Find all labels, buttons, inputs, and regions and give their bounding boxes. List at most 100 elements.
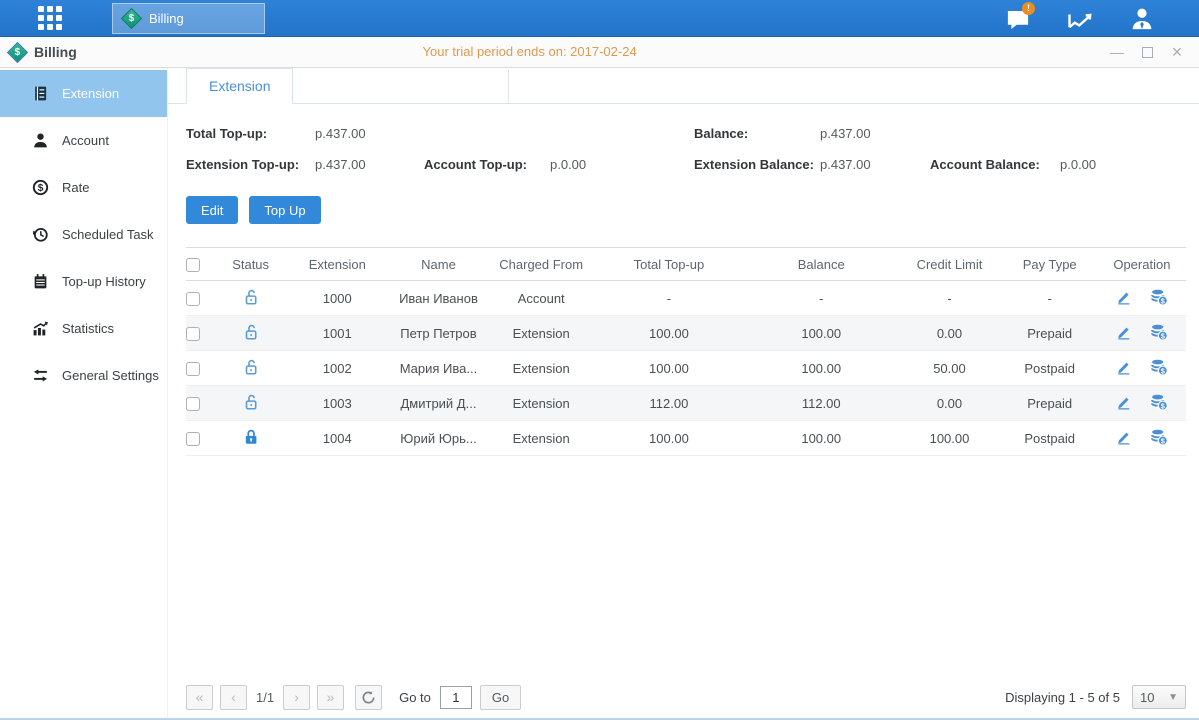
cell-pay-type: Prepaid bbox=[1002, 316, 1098, 351]
sidebar-item-label: Statistics bbox=[62, 321, 114, 336]
account-topup-label: Account Top-up: bbox=[424, 157, 550, 172]
table-row-extension-1003: 1003Дмитрий Д...Extension112.00112.000.0… bbox=[186, 386, 1186, 421]
account-icon bbox=[31, 132, 49, 150]
cell-name: Юрий Юрь... bbox=[387, 421, 489, 456]
next-page-button[interactable]: › bbox=[283, 685, 310, 710]
pagination-bar: « ‹ 1/1 › » Go to Go Displaying 1 - 5 of… bbox=[186, 684, 1186, 710]
cell-extension: 1000 bbox=[287, 281, 387, 316]
cell-credit-limit: 0.00 bbox=[897, 316, 1001, 351]
sidebar-item-label: Top-up History bbox=[62, 274, 146, 289]
col-pay-type: Pay Type bbox=[1002, 248, 1098, 281]
cell-name: Дмитрий Д... bbox=[387, 386, 489, 421]
main-content: Extension Total Top-up: p.437.00 Balance… bbox=[168, 68, 1199, 718]
edit-row-icon[interactable] bbox=[1115, 359, 1132, 376]
messages-icon[interactable]: ! bbox=[1003, 6, 1033, 32]
edit-row-icon[interactable] bbox=[1115, 289, 1132, 306]
rate-icon: $ bbox=[31, 179, 49, 197]
prev-page-button[interactable]: ‹ bbox=[220, 685, 247, 710]
sidebar-item-account[interactable]: Account bbox=[0, 117, 167, 164]
cell-balance: 100.00 bbox=[745, 421, 897, 456]
cell-total-topup: - bbox=[593, 281, 745, 316]
sidebar-item-extension[interactable]: Extension bbox=[0, 70, 167, 117]
balance-value: p.437.00 bbox=[820, 126, 930, 141]
go-button[interactable]: Go bbox=[480, 685, 521, 710]
minimize-icon[interactable]: — bbox=[1109, 44, 1125, 60]
row-checkbox[interactable] bbox=[186, 397, 200, 411]
svg-text:$: $ bbox=[1161, 436, 1165, 445]
row-checkbox[interactable] bbox=[186, 362, 200, 376]
sidebar-item-rate[interactable]: $ Rate bbox=[0, 164, 167, 211]
sidebar-item-label: Scheduled Task bbox=[62, 227, 154, 242]
user-account-icon[interactable] bbox=[1127, 6, 1157, 32]
cell-name: Иван Иванов bbox=[387, 281, 489, 316]
topup-row-icon[interactable]: $ bbox=[1150, 358, 1168, 376]
table-row-extension-1002: 1002Мария Ива...Extension100.00100.0050.… bbox=[186, 351, 1186, 386]
edit-row-icon[interactable] bbox=[1115, 429, 1132, 446]
refresh-icon[interactable] bbox=[355, 685, 382, 710]
chevron-down-icon: ▼ bbox=[1168, 692, 1178, 703]
apps-grid-icon[interactable] bbox=[38, 6, 62, 30]
page-indicator: 1/1 bbox=[256, 690, 274, 705]
topbar-icons: ! bbox=[1003, 0, 1157, 37]
last-page-button[interactable]: » bbox=[317, 685, 344, 710]
edit-row-icon[interactable] bbox=[1115, 324, 1132, 341]
edit-row-icon[interactable] bbox=[1115, 394, 1132, 411]
close-icon[interactable]: × bbox=[1169, 44, 1185, 60]
row-checkbox[interactable] bbox=[186, 432, 200, 446]
cell-pay-type: Postpaid bbox=[1002, 351, 1098, 386]
page-size-select[interactable]: 10 ▼ bbox=[1132, 685, 1186, 709]
cell-total-topup: 100.00 bbox=[593, 351, 745, 386]
cell-charged-from: Extension bbox=[490, 421, 593, 456]
col-extension: Extension bbox=[287, 248, 387, 281]
account-topup-value: p.0.00 bbox=[550, 157, 694, 172]
edit-button[interactable]: Edit bbox=[186, 196, 238, 224]
total-topup-label: Total Top-up: bbox=[186, 126, 315, 141]
cell-extension: 1004 bbox=[287, 421, 387, 456]
unlocked-lock-icon bbox=[242, 399, 260, 414]
row-checkbox[interactable] bbox=[186, 292, 200, 306]
statistics-chart-icon[interactable] bbox=[1065, 6, 1095, 32]
topup-row-icon[interactable]: $ bbox=[1150, 323, 1168, 341]
svg-text:$: $ bbox=[1161, 331, 1165, 340]
statistics-icon bbox=[31, 320, 49, 338]
locked-lock-icon bbox=[242, 434, 260, 449]
select-all-checkbox[interactable] bbox=[186, 258, 200, 272]
sidebar-item-scheduled-task[interactable]: Scheduled Task bbox=[0, 211, 167, 258]
tab-extension[interactable]: Extension bbox=[186, 68, 293, 104]
cell-extension: 1001 bbox=[287, 316, 387, 351]
cell-name: Петр Петров bbox=[387, 316, 489, 351]
sidebar-item-statistics[interactable]: Statistics bbox=[0, 305, 167, 352]
svg-text:$: $ bbox=[37, 183, 43, 194]
svg-text:$: $ bbox=[1161, 366, 1165, 375]
extension-balance-label: Extension Balance: bbox=[694, 157, 820, 172]
topup-history-icon bbox=[31, 273, 49, 291]
goto-page-input[interactable] bbox=[440, 686, 472, 709]
tab-strip: Extension bbox=[168, 68, 1199, 104]
cell-total-topup: 100.00 bbox=[593, 316, 745, 351]
page-size-value: 10 bbox=[1140, 690, 1154, 705]
sidebar-item-general-settings[interactable]: General Settings bbox=[0, 352, 167, 399]
sidebar-item-top-up-history[interactable]: Top-up History bbox=[0, 258, 167, 305]
first-page-button[interactable]: « bbox=[186, 685, 213, 710]
topup-row-icon[interactable]: $ bbox=[1150, 288, 1168, 306]
cell-pay-type: Prepaid bbox=[1002, 386, 1098, 421]
col-name: Name bbox=[387, 248, 489, 281]
window-titlebar: $ Billing Your trial period ends on: 201… bbox=[0, 37, 1199, 68]
topup-row-icon[interactable]: $ bbox=[1150, 393, 1168, 411]
topbar-billing-tab[interactable]: $ Billing bbox=[112, 3, 265, 34]
sidebar-item-label: Rate bbox=[62, 180, 89, 195]
table-row-extension-1004: 1004Юрий Юрь...Extension100.00100.00100.… bbox=[186, 421, 1186, 456]
billing-title-icon: $ bbox=[7, 41, 28, 62]
topup-row-icon[interactable]: $ bbox=[1150, 428, 1168, 446]
sidebar: ExtensionAccount $ Rate Scheduled Task Top-u… bbox=[0, 68, 168, 718]
topbar-tab-label: Billing bbox=[149, 11, 184, 26]
billing-app-window: $ Billing ! $ Billing Your trial period … bbox=[0, 0, 1199, 720]
row-checkbox[interactable] bbox=[186, 327, 200, 341]
window-controls: — × bbox=[1109, 37, 1185, 67]
extension-table: Status Extension Name Charged From Total… bbox=[186, 247, 1186, 456]
cell-credit-limit: 100.00 bbox=[897, 421, 1001, 456]
displaying-text: Displaying 1 - 5 of 5 bbox=[1005, 690, 1120, 705]
maximize-icon[interactable] bbox=[1139, 44, 1155, 60]
top-up-button[interactable]: Top Up bbox=[249, 196, 320, 224]
tab-extension-label: Extension bbox=[209, 78, 270, 94]
